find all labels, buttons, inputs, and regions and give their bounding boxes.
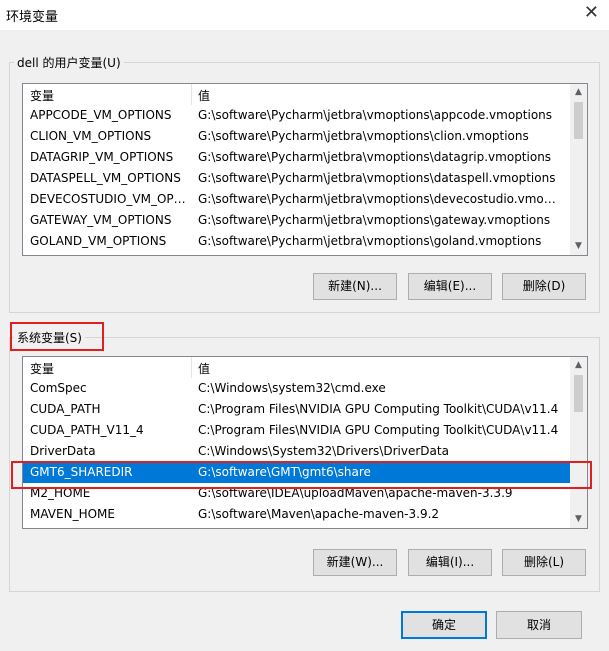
- system-list-rows: ComSpec C:\Windows\system32\cmd.exe CUDA_P…: [23, 378, 570, 525]
- variable-name: CLION_VM_OPTIONS: [30, 129, 152, 143]
- variable-name: CUDA_PATH_V11_4: [30, 423, 144, 437]
- user-variables-label: dell 的用户变量(U): [14, 54, 124, 71]
- list-item[interactable]: DEVECOSTUDIO_VM_OPT... G:\software\Pychar…: [23, 189, 570, 210]
- column-header-value[interactable]: 值: [198, 360, 210, 377]
- user-list-rows: APPCODE_VM_OPTIONS G:\software\Pycharm\je…: [23, 105, 570, 252]
- scroll-up-icon[interactable]: ▲: [570, 84, 587, 101]
- variable-value: G:\software\Pycharm\jetbra\vmoptions\dev…: [198, 192, 560, 206]
- list-item[interactable]: CLION_VM_OPTIONS G:\software\Pycharm\jetb…: [23, 126, 570, 147]
- title-bar: 环境变量 ✕: [0, 0, 609, 30]
- list-item[interactable]: APPCODE_VM_OPTIONS G:\software\Pycharm\je…: [23, 105, 570, 126]
- variable-value: G:\software\Pycharm\jetbra\vmoptions\app…: [198, 108, 553, 122]
- highlight-box-selected-row: [11, 461, 592, 489]
- variable-name: CUDA_PATH: [30, 402, 101, 416]
- variable-name: GATEWAY_VM_OPTIONS: [30, 213, 172, 227]
- list-item[interactable]: CUDA_PATH C:\Program Files\NVIDIA GPU Com…: [23, 399, 570, 420]
- variable-value: C:\Program Files\NVIDIA GPU Computing To…: [198, 423, 559, 437]
- variable-value: C:\Program Files\NVIDIA GPU Computing To…: [198, 402, 559, 416]
- column-header-variable[interactable]: 变量: [30, 87, 54, 104]
- user-list-header: 变量 值: [23, 84, 570, 105]
- list-item[interactable]: MAVEN_HOME G:\software\Maven\apache-maven…: [23, 504, 570, 525]
- user-list-scrollbar[interactable]: ▲ ▼: [570, 84, 587, 255]
- scroll-down-icon[interactable]: ▼: [570, 511, 587, 528]
- variable-name: APPCODE_VM_OPTIONS: [30, 108, 172, 122]
- variable-name: MAVEN_HOME: [30, 507, 115, 521]
- column-header-value[interactable]: 值: [198, 87, 210, 104]
- system-edit-button[interactable]: 编辑(I)...: [408, 549, 492, 576]
- variable-name: GOLAND_VM_OPTIONS: [30, 234, 167, 248]
- system-new-button[interactable]: 新建(W)...: [313, 549, 397, 576]
- variable-name: DATASPELL_VM_OPTIONS: [30, 171, 181, 185]
- user-edit-button[interactable]: 编辑(E)...: [408, 273, 492, 300]
- system-list-scrollbar[interactable]: ▲ ▼: [570, 357, 587, 528]
- list-item[interactable]: ComSpec C:\Windows\system32\cmd.exe: [23, 378, 570, 399]
- highlight-box-system-label: [10, 322, 104, 351]
- system-list-header: 变量 值: [23, 357, 570, 378]
- cancel-button[interactable]: 取消: [496, 611, 582, 639]
- scroll-thumb[interactable]: [574, 375, 583, 412]
- close-icon[interactable]: ✕: [584, 2, 599, 23]
- variable-value: G:\software\Pycharm\jetbra\vmoptions\gol…: [198, 234, 542, 248]
- system-delete-button[interactable]: 删除(L): [502, 549, 586, 576]
- system-variables-list[interactable]: 变量 值 ComSpec C:\Windows\system32\cmd.exe C…: [22, 356, 588, 529]
- variable-name: DEVECOSTUDIO_VM_OPT...: [30, 192, 188, 206]
- variable-name: DriverData: [30, 444, 96, 458]
- list-item[interactable]: DATASPELL_VM_OPTIONS G:\software\Pycharm\…: [23, 168, 570, 189]
- variable-value: C:\Windows\system32\cmd.exe: [198, 381, 386, 395]
- user-delete-button[interactable]: 删除(D): [502, 273, 586, 300]
- variable-value: G:\software\Pycharm\jetbra\vmoptions\dat…: [198, 150, 552, 164]
- variable-value: G:\software\Pycharm\jetbra\vmoptions\cli…: [198, 129, 529, 143]
- user-variables-list[interactable]: 变量 值 APPCODE_VM_OPTIONS G:\software\Pycha…: [22, 83, 588, 256]
- scroll-down-icon[interactable]: ▼: [570, 238, 587, 255]
- variable-name: DATAGRIP_VM_OPTIONS: [30, 150, 174, 164]
- variable-value: C:\Windows\System32\Drivers\DriverData: [198, 444, 449, 458]
- variable-value: G:\software\Pycharm\jetbra\vmoptions\dat…: [198, 171, 556, 185]
- list-item[interactable]: DATAGRIP_VM_OPTIONS G:\software\Pycharm\j…: [23, 147, 570, 168]
- column-divider[interactable]: [191, 357, 192, 378]
- column-header-variable[interactable]: 变量: [30, 360, 54, 377]
- list-item[interactable]: GATEWAY_VM_OPTIONS G:\software\Pycharm\je…: [23, 210, 570, 231]
- list-item[interactable]: DriverData C:\Windows\System32\Drivers\Dr…: [23, 441, 570, 462]
- column-divider[interactable]: [191, 84, 192, 105]
- user-new-button[interactable]: 新建(N)...: [313, 273, 397, 300]
- scroll-up-icon[interactable]: ▲: [570, 357, 587, 374]
- variable-name: ComSpec: [30, 381, 87, 395]
- ok-button[interactable]: 确定: [401, 611, 487, 639]
- list-item[interactable]: GOLAND_VM_OPTIONS G:\software\Pycharm\jet…: [23, 231, 570, 252]
- variable-value: G:\software\Pycharm\jetbra\vmoptions\gat…: [198, 213, 551, 227]
- variable-value: G:\software\Maven\apache-maven-3.9.2: [198, 507, 440, 521]
- window-title: 环境变量: [6, 10, 59, 25]
- list-item[interactable]: CUDA_PATH_V11_4 C:\Program Files\NVIDIA G…: [23, 420, 570, 441]
- scroll-thumb[interactable]: [574, 102, 583, 139]
